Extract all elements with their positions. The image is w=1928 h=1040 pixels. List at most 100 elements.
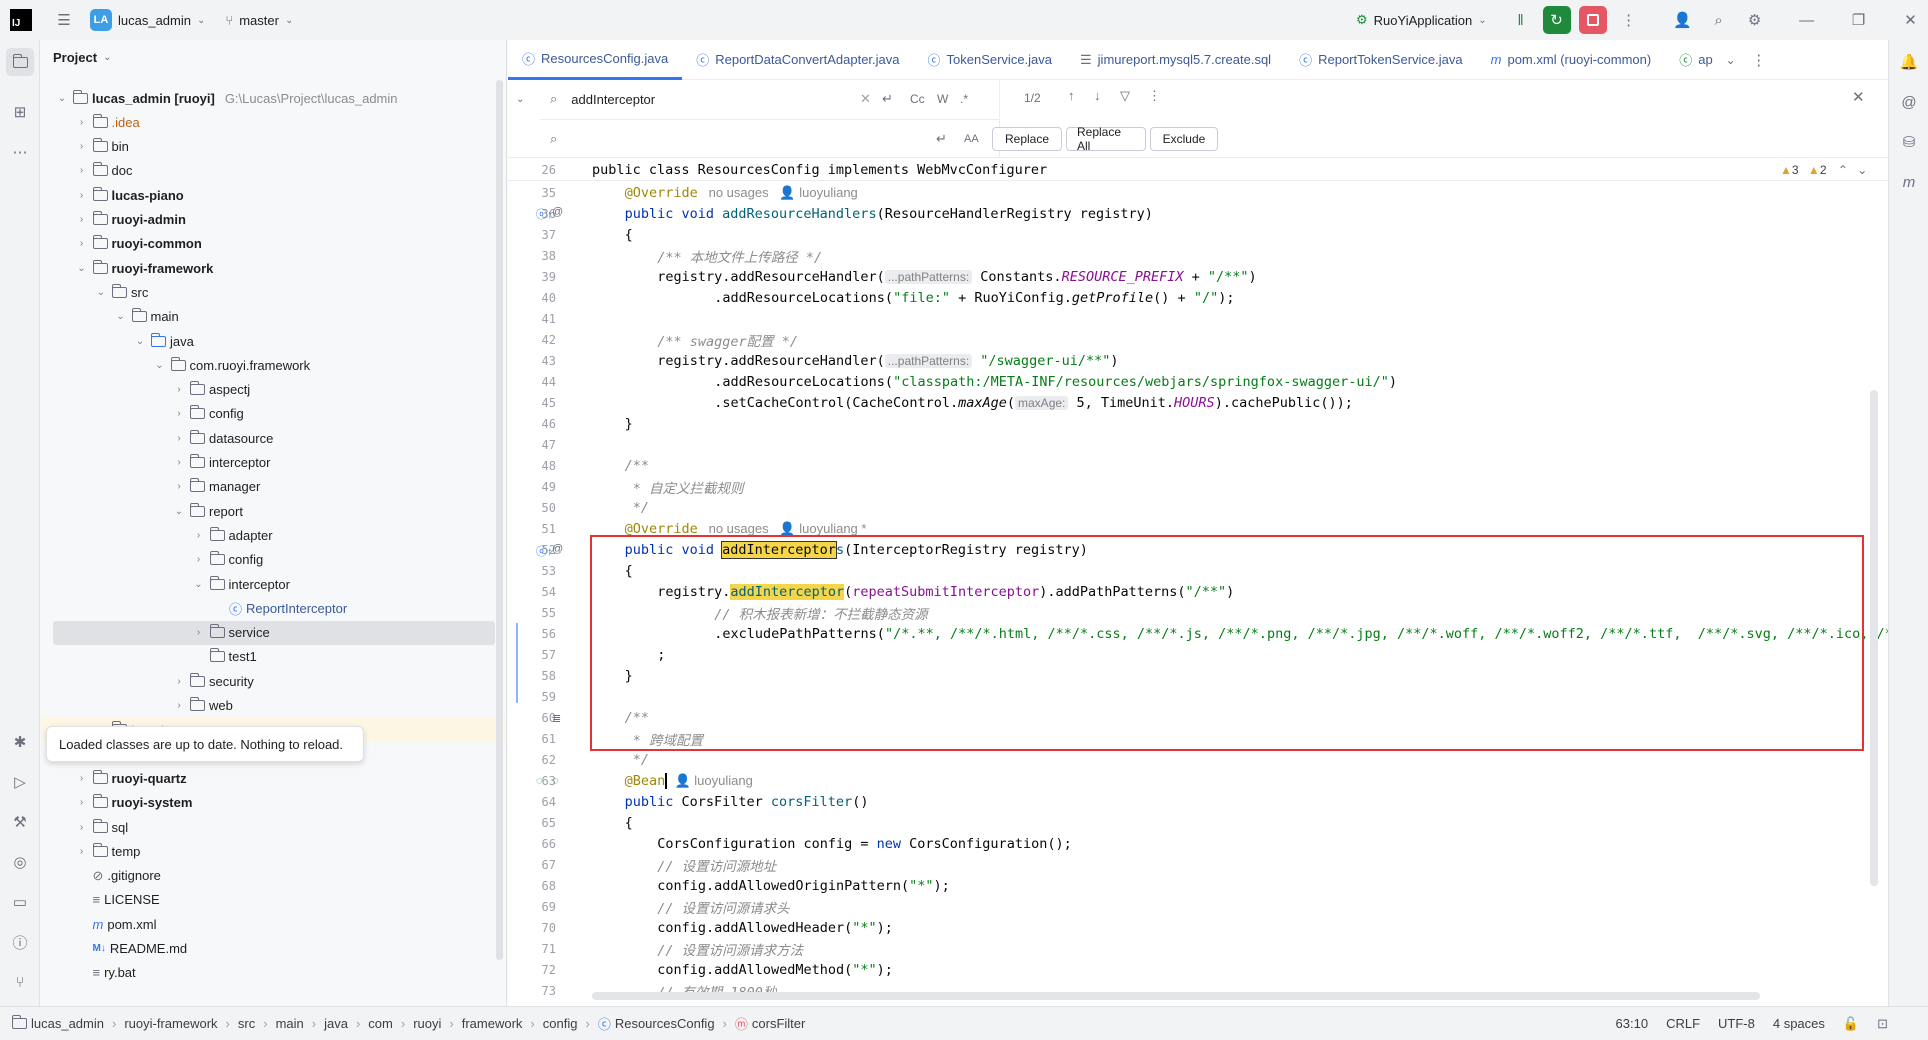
code-line[interactable]: 70 config.addAllowedHeader("*");	[508, 917, 1888, 938]
chevron-right-icon[interactable]: ›	[192, 554, 206, 565]
code-line[interactable]: 39 registry.addResourceHandler(...pathPat…	[508, 266, 1888, 287]
code-line[interactable]: 64 public CorsFilter corsFilter()	[508, 791, 1888, 812]
vcs-change-marker[interactable]	[516, 623, 518, 703]
tree-item[interactable]: › adapter	[192, 523, 273, 547]
code-line[interactable]: 67 // 设置访问源地址	[508, 854, 1888, 875]
match-case-toggle[interactable]: Cc	[910, 92, 925, 106]
tree-item[interactable]: › ruoyi-system	[75, 791, 192, 815]
indent-setting[interactable]: 4 spaces	[1773, 1016, 1825, 1031]
chevron-right-icon[interactable]: ›	[172, 433, 186, 444]
override-gutter-icon[interactable]: ⓞ↑	[536, 543, 553, 559]
replace-all-button[interactable]: Replace All	[1066, 125, 1146, 153]
tree-item[interactable]: › temp	[75, 839, 140, 863]
code-line[interactable]: 41	[508, 308, 1888, 329]
breadcrumb-item[interactable]: java	[324, 1016, 348, 1031]
tree-item[interactable]: › web	[172, 694, 233, 718]
chevron-right-icon[interactable]: ›	[172, 384, 186, 395]
more-tools-icon[interactable]: ⋯	[6, 138, 34, 166]
code-line[interactable]: 71 // 设置访问源请求方法	[508, 938, 1888, 959]
clear-icon[interactable]: ✕	[860, 91, 871, 107]
settings-gear-icon[interactable]: ⚙	[1741, 6, 1769, 34]
code-line[interactable]: 65 {	[508, 812, 1888, 833]
sticky-header-line[interactable]: 26 public class ResourcesConfig implemen…	[508, 160, 1888, 181]
tree-item[interactable]: ⌄ report	[172, 499, 243, 523]
chevron-right-icon[interactable]: ›	[172, 408, 186, 419]
chevron-right-icon[interactable]: ›	[75, 214, 89, 225]
ai-assistant-icon[interactable]: @	[1895, 88, 1923, 116]
restore-icon[interactable]: ❐	[1845, 6, 1873, 34]
tree-item[interactable]: test1	[192, 645, 257, 669]
tabs-dropdown-chevron-icon[interactable]: ⌄	[1717, 46, 1745, 74]
tab-resources-config[interactable]: ⓒ ResourcesConfig.java	[508, 40, 683, 80]
breadcrumb-item[interactable]: config	[543, 1016, 578, 1031]
code-line[interactable]: 35 @Override no usages 👤 luoyuliang	[508, 182, 1888, 203]
line-separator[interactable]: CRLF	[1666, 1016, 1700, 1031]
tree-item[interactable]: › security	[172, 669, 254, 693]
tree-item[interactable]: m pom.xml	[75, 912, 157, 936]
tree-item[interactable]: › ruoyi-quartz	[75, 766, 187, 790]
code-line[interactable]: 62 */	[508, 749, 1888, 770]
chevron-down-icon[interactable]: ⌄	[94, 287, 108, 298]
code-line[interactable]: 49 * 自定义拦截规则	[508, 476, 1888, 497]
chevron-up-icon[interactable]: ⌃	[1838, 163, 1848, 177]
caret-position[interactable]: 63:10	[1616, 1016, 1649, 1031]
tree-item[interactable]: › aspectj	[172, 378, 250, 402]
override-gutter-icon[interactable]: ⓞ↑	[536, 206, 553, 222]
chevron-right-icon[interactable]: ›	[172, 457, 186, 468]
git-icon[interactable]: ⑂	[6, 968, 34, 996]
code-line[interactable]: 38 /** 本地文件上传路径 */	[508, 245, 1888, 266]
tree-item[interactable]: › datasource	[172, 426, 273, 450]
project-panel-title[interactable]: Project ⌄	[53, 50, 111, 65]
chevron-right-icon[interactable]: ›	[192, 530, 206, 541]
tree-item[interactable]: › doc	[75, 159, 132, 183]
tree-item[interactable]: › config	[172, 402, 244, 426]
chevron-down-icon[interactable]: ⌄	[192, 579, 206, 590]
chevron-right-icon[interactable]: ›	[75, 238, 89, 249]
chevron-down-icon[interactable]: ⌄	[1857, 163, 1867, 177]
more-find-options-icon[interactable]: ⋮	[1148, 88, 1161, 104]
regex-toggle[interactable]: .*	[960, 92, 968, 106]
debug-rerun-icon[interactable]: ‖	[1507, 6, 1535, 34]
build-hammer-icon[interactable]: ⚒	[6, 808, 34, 836]
file-encoding[interactable]: UTF-8	[1718, 1016, 1755, 1031]
code-line[interactable]: 44 .addResourceLocations("classpath:/META…	[508, 371, 1888, 392]
rerun-icon[interactable]: ↻	[1542, 6, 1571, 34]
project-switcher[interactable]: LA lucas_admin ⌄	[90, 9, 205, 31]
chevron-down-icon[interactable]: ⌄	[55, 93, 69, 104]
code-line[interactable]: 43 registry.addResourceHandler(...pathPat…	[508, 350, 1888, 371]
preserve-case-toggle[interactable]: AA	[964, 133, 979, 145]
close-window-icon[interactable]: ✕	[1897, 6, 1925, 34]
code-line[interactable]: 48 /**	[508, 455, 1888, 476]
more-tabs-icon[interactable]: ⋮	[1745, 46, 1773, 74]
chevron-down-icon[interactable]: ⌄	[114, 311, 128, 322]
tree-item[interactable]: › .idea	[75, 110, 140, 134]
debug-bug-icon[interactable]: ✱	[6, 728, 34, 756]
branch-switcher[interactable]: ⑂ master ⌄	[225, 13, 293, 28]
tab-pom-xml[interactable]: m pom.xml (ruoyi-common)	[1477, 40, 1666, 80]
tree-item[interactable]: ⌄ com.ruoyi.framework	[153, 353, 310, 377]
find-field[interactable]: ⌕ addInterceptor ✕ ↵ Cc W .*	[540, 80, 1000, 118]
tree-item[interactable]: ≡ LICENSE	[75, 888, 160, 912]
at-gutter-icon[interactable]: @	[552, 543, 563, 555]
new-line-icon[interactable]: ↵	[882, 91, 893, 107]
tab-report-token-service[interactable]: ⓒ ReportTokenService.java	[1285, 40, 1477, 80]
chevron-right-icon[interactable]: ›	[172, 481, 186, 492]
code-line[interactable]: 63 @Bean 👤 luoyuliang	[508, 770, 1888, 791]
code-line[interactable]: 50 */	[508, 497, 1888, 518]
tab-ap-overflow[interactable]: ⓒ ap	[1665, 40, 1716, 80]
close-find-icon[interactable]: ✕	[1852, 88, 1865, 106]
find-input[interactable]: addInterceptor	[571, 92, 655, 107]
breadcrumb-item[interactable]: main	[276, 1016, 304, 1031]
services-icon[interactable]: ◎	[6, 848, 34, 876]
replace-button[interactable]: Replace	[992, 127, 1062, 151]
terminal-icon[interactable]: ▭	[6, 888, 34, 916]
breadcrumb-item[interactable]: lucas_admin	[12, 1015, 104, 1031]
tree-item[interactable]: › ruoyi-common	[75, 232, 202, 256]
chevron-right-icon[interactable]: ›	[75, 846, 89, 857]
tree-item[interactable]: ⌄ main	[114, 305, 179, 329]
inspection-widget[interactable]: ▲3 ▲2 ⌃ ⌄	[1780, 163, 1867, 177]
tree-item[interactable]: › manager	[172, 475, 260, 499]
spring-gutter-icon[interactable]: ◌	[552, 775, 559, 787]
tree-item[interactable]: ⓒ ReportInterceptor	[211, 596, 347, 620]
search-icon[interactable]: ⌕	[1705, 6, 1733, 34]
